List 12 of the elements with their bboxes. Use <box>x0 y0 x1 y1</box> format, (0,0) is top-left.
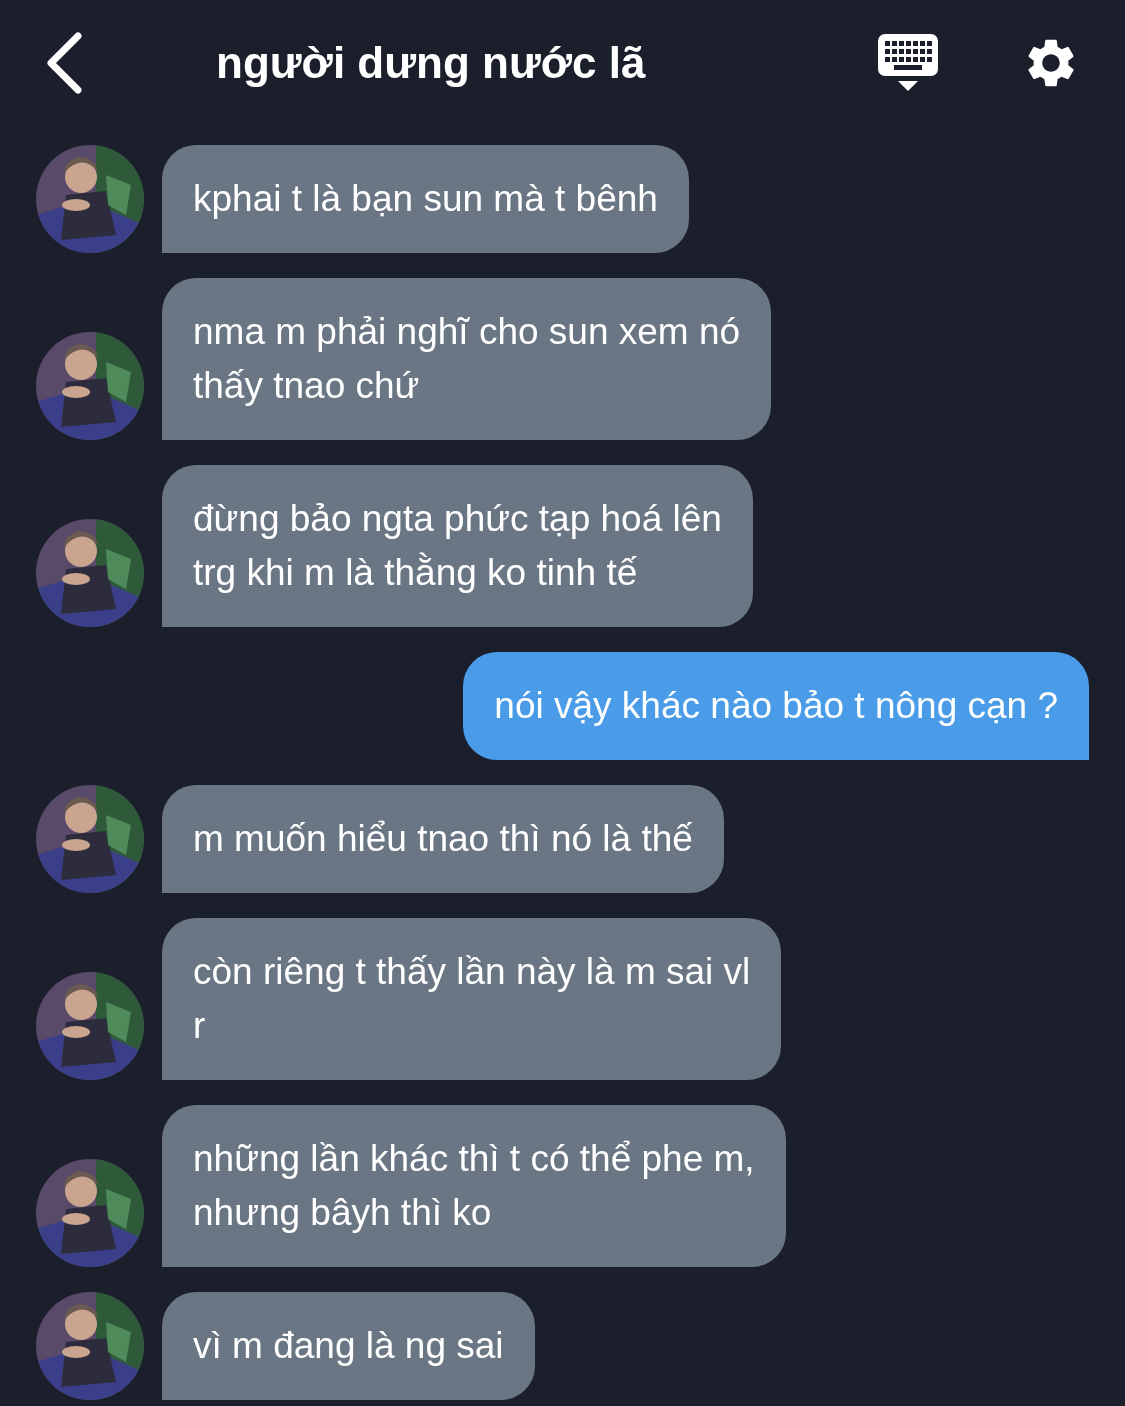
back-icon <box>44 31 84 94</box>
message-text: nói vậy khác nào bảo t nông cạn ? <box>494 684 1058 728</box>
message-text: còn riêng t thấy lần này là m sai vl r <box>193 950 751 1048</box>
message-text: những lần khác thì t có thể phe m, nhưng bâyh thì ko <box>193 1137 755 1235</box>
message-text: m muốn hiểu tnao thì nó là thế <box>193 817 693 861</box>
keyboard-button[interactable] <box>877 31 939 94</box>
message-text: đừng bảo ngta phức tạp hoá lên trg khi m là thằng ko tinh tế <box>193 497 722 595</box>
chat-title: người dưng nước lã <box>216 36 646 89</box>
message-text: kphai t là bạn sun mà t bênh <box>193 177 658 221</box>
message-text: nma m phải nghĩ cho sun xem nó thấy tnao chứ <box>193 310 741 408</box>
keyboard-icon <box>878 33 938 92</box>
message-text: vì m đang là ng sai <box>193 1324 504 1368</box>
